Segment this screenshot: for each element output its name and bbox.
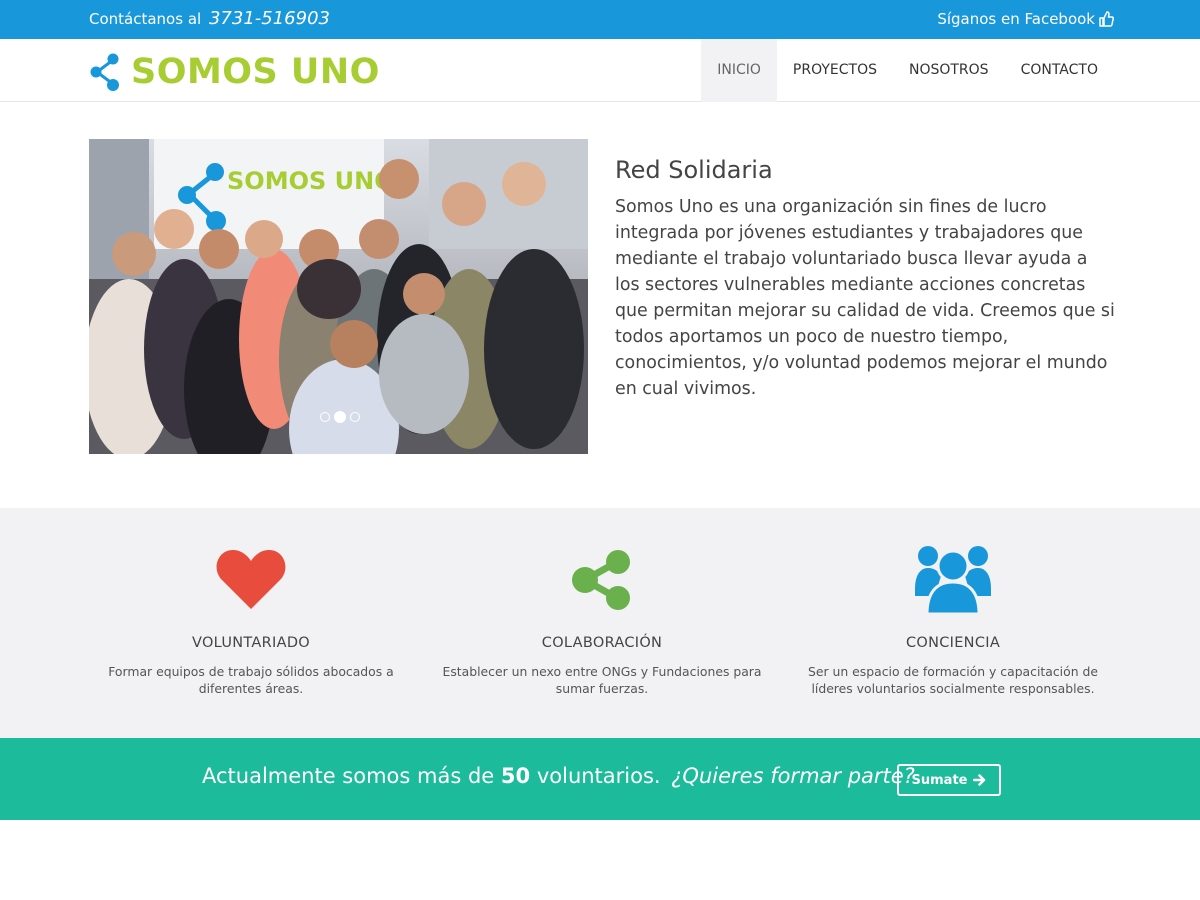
cta-question: ¿Quieres formar parte? xyxy=(671,764,915,788)
nav-contacto[interactable]: CONTACTO xyxy=(1005,39,1114,102)
thumbs-up-icon xyxy=(1099,11,1114,27)
contact-info: Contáctanos al 3731-516903 xyxy=(89,8,330,29)
contact-label: Contáctanos al xyxy=(89,10,202,28)
group-photo: SOMOS UNO xyxy=(89,139,588,454)
feature-text: Formar equipos de trabajo sólidos abocad… xyxy=(108,664,394,696)
carousel-dot-1[interactable] xyxy=(320,412,330,422)
banner-text: SOMOS UNO xyxy=(227,167,395,195)
phone-number[interactable]: 3731-516903 xyxy=(209,8,330,29)
nav-nosotros[interactable]: NOSOTROS xyxy=(893,39,1005,102)
sumate-button[interactable]: Sumate xyxy=(897,764,1001,796)
brand-name: SOMOS UNO xyxy=(131,52,380,92)
cta-text-after: voluntarios. xyxy=(536,764,661,788)
brand-logo[interactable]: SOMOS UNO xyxy=(89,52,380,92)
arrow-right-icon xyxy=(973,774,986,786)
cta-banner: Actualmente somos más de 50 voluntarios.… xyxy=(0,738,1200,820)
feature-text: Ser un espacio de formación y capacitaci… xyxy=(808,664,1098,696)
carousel-dot-3[interactable] xyxy=(350,412,360,422)
facebook-label: Síganos en Facebook xyxy=(937,10,1095,28)
nav-proyectos[interactable]: PROYECTOS xyxy=(777,39,893,102)
molecule-logo-icon xyxy=(90,53,119,91)
feature-conciencia: CONCIENCIA Ser un espacio de formación y… xyxy=(783,508,1123,697)
intro-title: Red Solidaria xyxy=(615,156,773,184)
carousel-indicators xyxy=(320,411,360,423)
volunteer-count: 50 xyxy=(500,764,531,788)
main-menu: INICIO PROYECTOS NOSOTROS CONTACTO xyxy=(701,39,1114,102)
facebook-link[interactable]: Síganos en Facebook xyxy=(937,10,1114,28)
sumate-label: Sumate xyxy=(911,772,968,788)
heart-icon xyxy=(216,549,286,609)
cta-text-before: Actualmente somos más de xyxy=(202,764,495,788)
top-bar: Contáctanos al 3731-516903 Síganos en Fa… xyxy=(0,0,1200,39)
features-section: VOLUNTARIADO Formar equipos de trabajo s… xyxy=(0,508,1200,738)
intro-section: Red Solidaria Somos Uno es una organizac… xyxy=(615,156,1115,402)
feature-title: CONCIENCIA xyxy=(905,635,1001,651)
hero-carousel[interactable]: SOMOS UNO xyxy=(89,139,588,454)
users-icon xyxy=(915,545,991,615)
nav-inicio[interactable]: INICIO xyxy=(701,39,777,102)
feature-title: VOLUNTARIADO xyxy=(192,635,310,651)
share-icon xyxy=(572,549,630,610)
feature-title: COLABORACIÓN xyxy=(541,635,663,651)
feature-voluntariado: VOLUNTARIADO Formar equipos de trabajo s… xyxy=(81,508,421,697)
feature-text: Establecer un nexo entre ONGs y Fundacio… xyxy=(442,664,762,696)
cta-message: Actualmente somos más de 50 voluntarios.… xyxy=(202,764,915,788)
carousel-dot-2[interactable] xyxy=(334,411,346,423)
main-navbar: SOMOS UNO INICIO PROYECTOS NOSOTROS CONT… xyxy=(0,39,1200,102)
feature-colaboracion: COLABORACIÓN Establecer un nexo entre ON… xyxy=(432,508,772,697)
intro-body: Somos Uno es una organización sin fines … xyxy=(615,197,1115,399)
